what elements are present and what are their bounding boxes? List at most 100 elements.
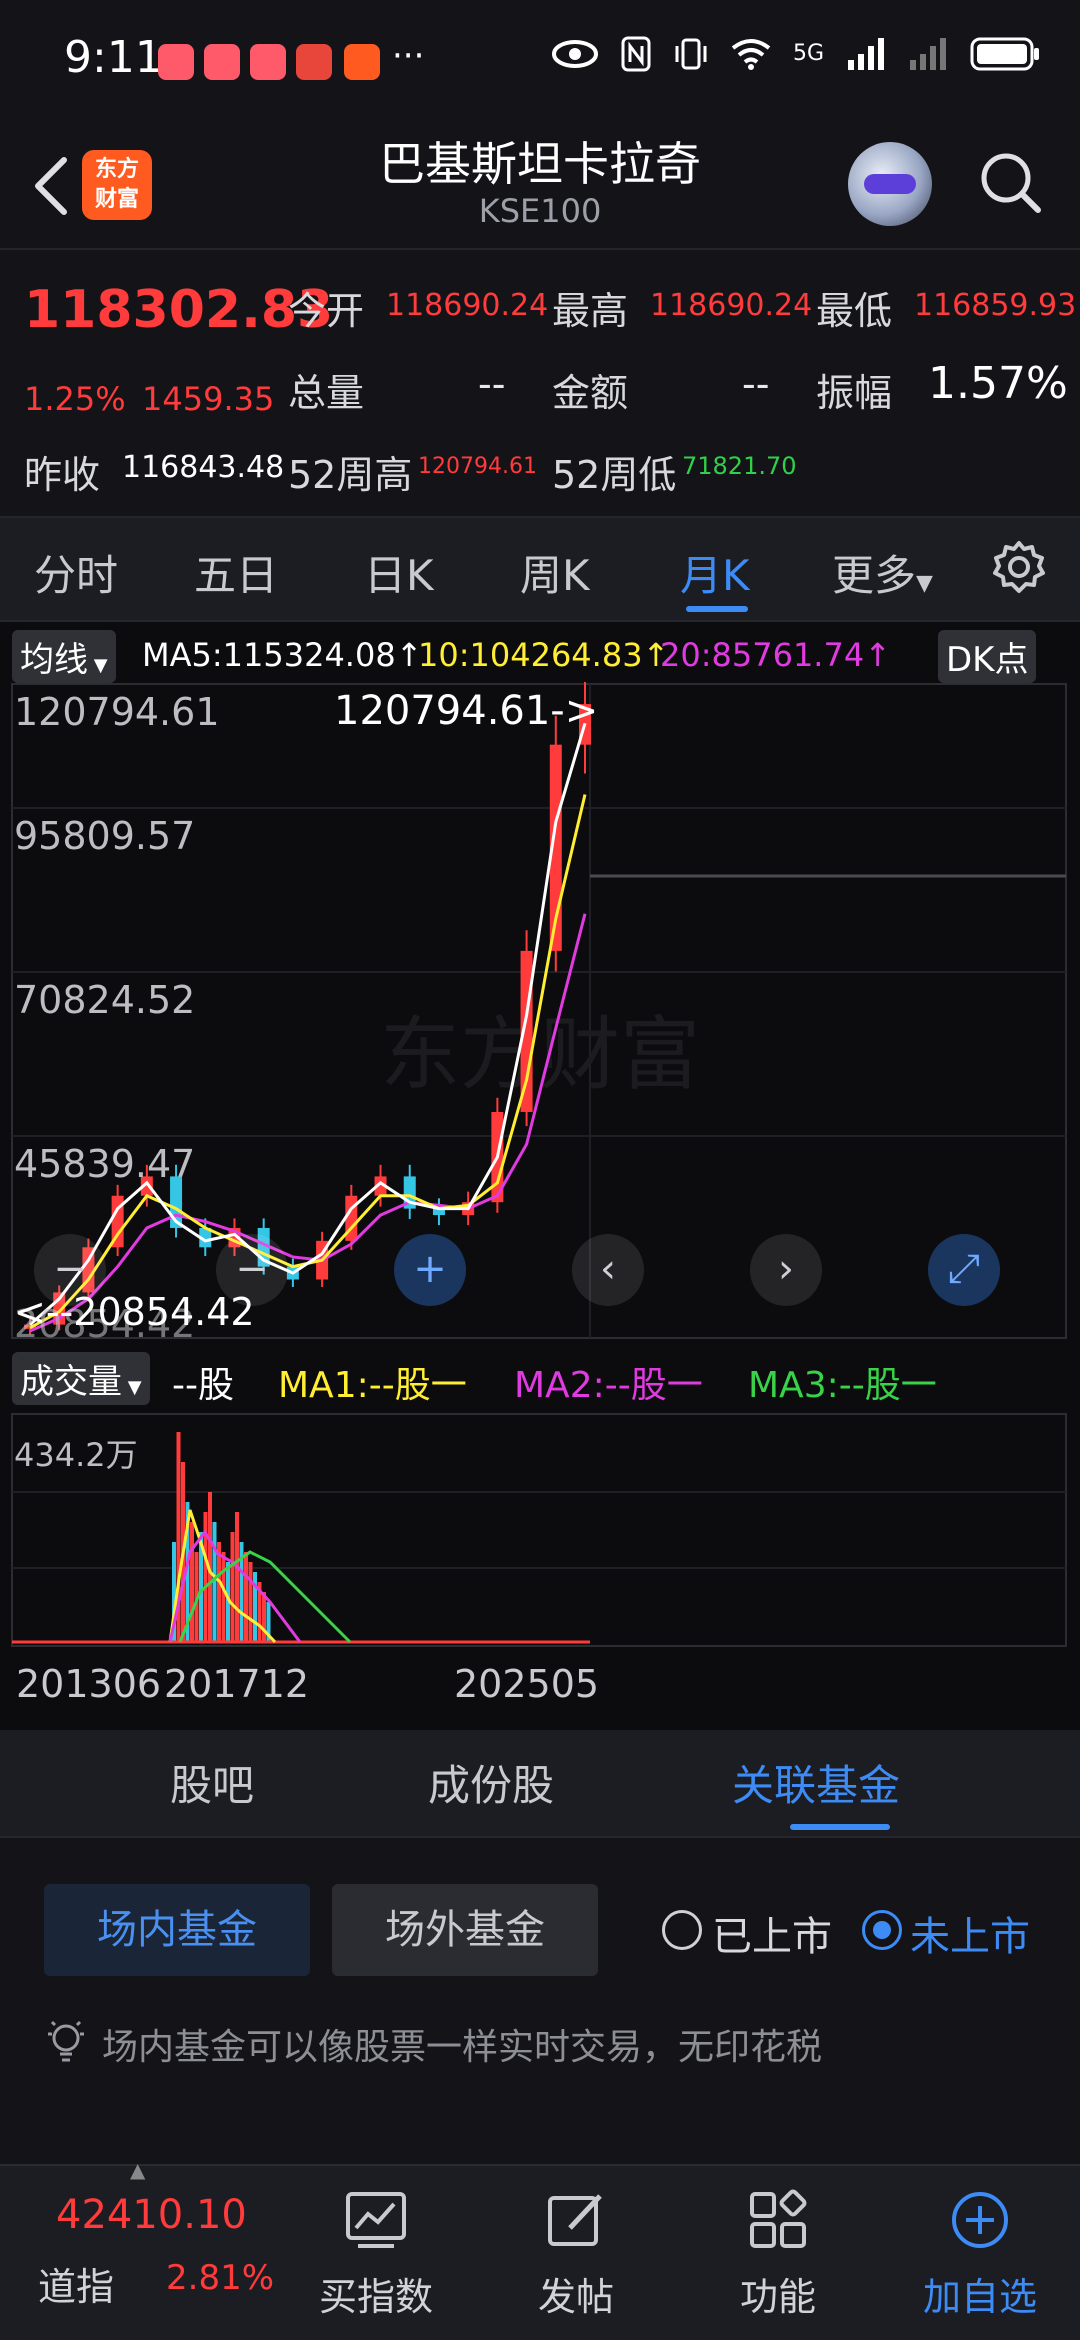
active-tab-indicator (686, 606, 748, 612)
radio-listed[interactable] (662, 1910, 702, 1950)
battery-icon (970, 37, 1039, 71)
tab-intraday[interactable]: 分时 (34, 542, 118, 603)
notification-icon (158, 44, 194, 80)
status-bar: 9:11 ··· 5G (0, 0, 1080, 120)
zoom-out-button-2[interactable]: − (216, 1234, 288, 1306)
volume-bar (262, 1592, 266, 1642)
robot-eyes-icon (864, 174, 916, 194)
kline-chart[interactable]: 均线 ▼ MA5:115324.08↑ 10:104264.83↑ 20:857… (0, 622, 1080, 1730)
volume-legend: 成交量 ▼ --股 MA1:--股一 MA2:--股一 MA3:--股一 (0, 1350, 1080, 1406)
52w-high-label: 52周高 (288, 453, 413, 497)
quote-panel: 118302.83 1.25% 1459.35 今开 118690.24 最高 … (0, 250, 1080, 518)
dk-point-label: DK点 (946, 640, 1029, 680)
vol-ma3: MA3:--股一 (748, 1365, 937, 1406)
volume-selector-label: 成交量 (20, 1362, 122, 1402)
tab-forum[interactable]: 股吧 (170, 1752, 254, 1813)
open-label: 今开 (288, 289, 365, 333)
nav-buy-index[interactable]: 买指数 (296, 2266, 456, 2321)
vibrate-icon (675, 38, 707, 70)
volume-bar (230, 1532, 235, 1642)
network-type: 5G (792, 41, 824, 66)
lightbulb-icon (48, 2020, 84, 2062)
volume-bar (235, 1512, 239, 1642)
fund-tip: 场内基金可以像股票一样实时交易，无印花税 (102, 2027, 823, 2068)
dji-change[interactable]: 2.81% (166, 2258, 274, 2298)
dji-name[interactable]: 道指 (38, 2256, 114, 2311)
gear-icon[interactable] (990, 538, 1048, 596)
tab-weekly-k[interactable]: 周K (520, 542, 590, 603)
tab-constituents[interactable]: 成份股 (428, 1752, 554, 1813)
active-tab-indicator (790, 1824, 890, 1830)
nav-add-watchlist[interactable]: 加自选 (900, 2266, 1060, 2321)
change-percent: 1.25% (24, 380, 126, 418)
dji-value[interactable]: 42410.10 (56, 2192, 247, 2238)
scroll-left-button[interactable]: ‹ (572, 1234, 644, 1306)
prev-close-value: 116843.48 (122, 450, 285, 485)
tab-more[interactable]: 更多▼ (832, 542, 933, 603)
notification-icon (250, 44, 286, 80)
low-value: 116859.93 (914, 288, 1077, 323)
status-time: 9:11 (64, 32, 163, 83)
volume-selector-dropdown[interactable]: 成交量 ▼ (12, 1352, 150, 1405)
ma-selector-dropdown[interactable]: 均线 ▼ (12, 630, 116, 683)
radio-unlisted-label: 未上市 (910, 1914, 1030, 1960)
nav-post[interactable]: 发帖 (496, 2266, 656, 2321)
volume-max-label: 434.2万 (14, 1436, 138, 1474)
y-label-3: 70824.52 (14, 978, 196, 1022)
caret-up-icon: ▲ (130, 2158, 146, 2182)
prev-close-label: 昨收 (24, 453, 101, 497)
radio-unlisted[interactable] (862, 1910, 902, 1950)
notification-icon (296, 44, 332, 80)
fund-panel: 场内基金 场外基金 已上市 未上市 场内基金可以像股票一样实时交易，无印花税 (0, 1838, 1080, 2164)
signal-icon-2 (910, 38, 946, 70)
chart-line-icon (346, 2192, 406, 2248)
dk-point-button[interactable]: DK点 (938, 630, 1037, 683)
x-label-1: 201306 (16, 1662, 162, 1706)
edit-post-icon (548, 2194, 602, 2246)
tab-five-day[interactable]: 五日 (194, 542, 278, 603)
ma5-value: MA5:115324.08↑ (142, 636, 423, 674)
caret-down-icon: ▼ (916, 571, 933, 596)
ma-legend: 均线 ▼ MA5:115324.08↑ 10:104264.83↑ 20:857… (0, 628, 1080, 683)
high-label: 最高 (552, 289, 629, 333)
wifi-icon (731, 39, 771, 70)
y-label-4: 45839.47 (14, 1142, 196, 1186)
tab-related-funds[interactable]: 关联基金 (732, 1752, 900, 1813)
volume-unit: --股 (172, 1365, 234, 1406)
eye-icon (551, 40, 598, 68)
radio-listed-label: 已上市 (712, 1914, 832, 1960)
search-icon[interactable] (976, 148, 1046, 218)
notification-icon (204, 44, 240, 80)
tab-daily-k[interactable]: 日K (364, 542, 434, 603)
nav-functions[interactable]: 功能 (698, 2266, 858, 2321)
scroll-right-button[interactable]: › (750, 1234, 822, 1306)
amplitude-value: 1.57% (928, 358, 1068, 409)
zoom-in-button[interactable]: + (394, 1234, 466, 1306)
current-price: 118302.83 (24, 280, 334, 340)
amount-label: 金额 (552, 371, 629, 415)
y-label-max: 120794.61 (14, 690, 220, 734)
low-label: 最低 (816, 289, 893, 333)
more-notifications: ··· (392, 36, 425, 76)
change-amount: 1459.35 (142, 380, 275, 418)
zoom-out-button[interactable]: − (34, 1234, 106, 1306)
offsite-fund-button[interactable]: 场外基金 (332, 1884, 598, 1976)
volume-label: 总量 (288, 371, 365, 415)
high-value: 118690.24 (650, 288, 813, 323)
x-label-2: 201712 (164, 1662, 310, 1706)
high-marker: 120794.61-> (334, 688, 599, 734)
ma10-value: 10:104264.83↑ (418, 636, 670, 674)
period-tabs: 分时 五日 日K 周K 月K 更多▼ (0, 518, 1080, 622)
x-label-3: 202505 (454, 1662, 600, 1706)
caret-down-icon: ▼ (88, 655, 108, 676)
bottom-nav: ▲ 42410.10 道指 2.81% 买指数 发帖 功能 加自选 (0, 2158, 1080, 2340)
tab-more-label: 更多 (832, 551, 917, 600)
volume-bar (248, 1562, 253, 1642)
open-value: 118690.24 (386, 288, 549, 323)
ma-selector-label: 均线 (20, 640, 88, 680)
fullscreen-button[interactable]: ⤢ (928, 1234, 1000, 1306)
grid-apps-icon (750, 2189, 807, 2248)
volume-plot (11, 1413, 1067, 1647)
tab-monthly-k[interactable]: 月K (680, 542, 750, 603)
onsite-fund-button[interactable]: 场内基金 (44, 1884, 310, 1976)
